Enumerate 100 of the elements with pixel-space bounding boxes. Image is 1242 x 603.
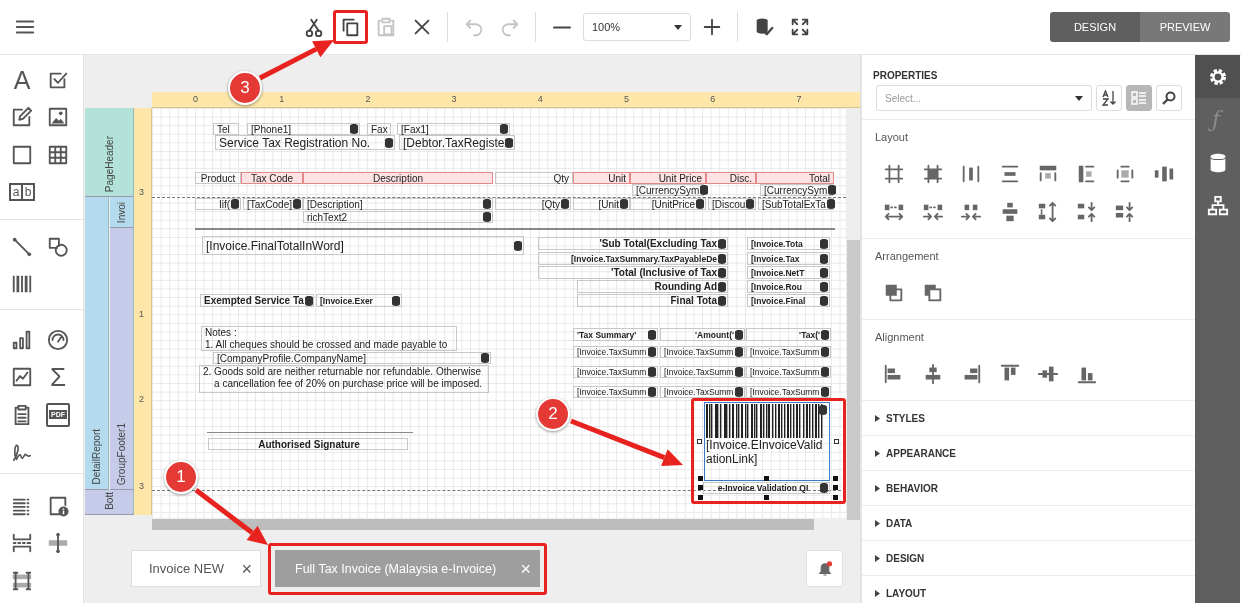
report-control[interactable]: 'Tax Summary' bbox=[573, 328, 658, 341]
scrollbar[interactable] bbox=[152, 519, 814, 530]
barcode-control[interactable]: [Invoice.EInvoiceValidationLink] bbox=[704, 402, 830, 481]
page-info-icon[interactable] bbox=[47, 494, 69, 517]
column-header[interactable]: Description bbox=[303, 172, 493, 184]
control-text: [Discou bbox=[712, 198, 746, 210]
line-icon[interactable] bbox=[11, 235, 33, 258]
control-text: 'Total (Inclusive of Tax bbox=[610, 267, 717, 278]
control-text: Exempted Service Ta bbox=[204, 295, 304, 306]
scrollbar[interactable] bbox=[847, 240, 860, 520]
picture-icon[interactable] bbox=[47, 106, 69, 129]
band-label[interactable]: GroupFooter1 bbox=[110, 228, 134, 490]
report-control[interactable]: [Invoice.TaxSumm bbox=[573, 366, 658, 378]
report-control[interactable]: [Invoice.Final bbox=[747, 294, 830, 307]
report-control[interactable]: 'Sub Total(Excluding Tax bbox=[538, 237, 728, 250]
report-control[interactable]: Fax bbox=[367, 123, 391, 135]
report-control[interactable]: [Discou bbox=[708, 198, 756, 210]
size-to-grid-icon[interactable] bbox=[921, 163, 944, 185]
table-icon[interactable] bbox=[47, 143, 69, 166]
page-break-icon[interactable] bbox=[11, 532, 33, 555]
bar-chart-icon[interactable] bbox=[11, 328, 33, 351]
zoom-field[interactable]: 100% bbox=[583, 13, 691, 41]
category-header[interactable]: APPEARANCE bbox=[862, 436, 1195, 471]
report-control[interactable]: richText2 bbox=[303, 211, 493, 223]
mode-tab[interactable]: PREVIEW bbox=[1140, 12, 1230, 42]
report-control[interactable]: [UnitPrice bbox=[630, 198, 706, 210]
column-header[interactable]: Unit Price bbox=[630, 172, 706, 184]
column-header[interactable]: Total bbox=[756, 172, 834, 184]
column-header[interactable]: Qty bbox=[495, 172, 573, 184]
report-control[interactable]: [Invoice.FinalTotalInWord] bbox=[202, 236, 524, 255]
document-tab[interactable]: Invoice NEW × bbox=[131, 550, 261, 587]
report-control[interactable]: Iif( bbox=[195, 198, 241, 210]
summary-tool-icon[interactable]: Σ bbox=[49, 365, 67, 390]
expand-icon bbox=[875, 449, 880, 457]
mode-tab[interactable]: DESIGN bbox=[1050, 12, 1140, 42]
band-label[interactable]: DetailReport bbox=[85, 197, 109, 490]
report-control[interactable]: [Invoice.NetT bbox=[747, 266, 830, 279]
report-control[interactable]: [Fax1] bbox=[397, 123, 510, 135]
report-control[interactable]: [TaxCode] bbox=[243, 198, 303, 210]
report-control[interactable]: [Invoice.TaxSumm bbox=[573, 346, 658, 358]
category-title: DATA bbox=[886, 517, 913, 529]
shapes-icon[interactable] bbox=[47, 235, 69, 258]
report-control[interactable]: Rounding Ad bbox=[577, 280, 728, 293]
report-control[interactable]: [Unit bbox=[573, 198, 630, 210]
sort-button[interactable] bbox=[1096, 85, 1122, 111]
search-button[interactable] bbox=[1156, 85, 1182, 111]
report-control[interactable]: [Invoice.Tota bbox=[747, 237, 830, 250]
category-header[interactable]: BEHAVIOR bbox=[862, 471, 1195, 506]
report-control[interactable]: 'Amount(' bbox=[660, 328, 745, 341]
report-control[interactable]: [Invoice.TaxSumm bbox=[573, 386, 658, 398]
report-control[interactable]: Final Tota bbox=[577, 294, 728, 307]
gauge-icon[interactable] bbox=[47, 328, 69, 351]
report-control[interactable]: [Phone1] bbox=[247, 123, 360, 135]
report-control[interactable]: [Invoice.TaxSumm bbox=[660, 386, 745, 398]
notification-button[interactable] bbox=[806, 550, 843, 587]
line-chart-icon[interactable] bbox=[11, 366, 33, 389]
category-header[interactable]: STYLES bbox=[862, 401, 1195, 436]
band-label[interactable]: PageHeader bbox=[85, 108, 134, 197]
category-header[interactable]: DATA bbox=[862, 506, 1195, 541]
report-control[interactable]: [SubTotalExTa bbox=[758, 198, 834, 210]
report-control[interactable]: [Qty bbox=[495, 198, 571, 210]
report-control[interactable]: [Invoice.TaxSumm bbox=[660, 366, 745, 378]
text-tool-icon[interactable]: A bbox=[13, 68, 31, 91]
report-control[interactable]: [Invoice.TaxSumm bbox=[660, 346, 745, 358]
cross-band-box-icon[interactable] bbox=[11, 569, 33, 592]
edit-icon[interactable] bbox=[11, 106, 33, 129]
resize-handle[interactable] bbox=[764, 495, 769, 500]
report-control[interactable]: Authorised Signature bbox=[208, 438, 408, 450]
report-control[interactable]: 'Total (Inclusive of Tax bbox=[538, 266, 728, 279]
report-control[interactable]: [Invoice.TaxSummary.TaxPayableDe bbox=[538, 252, 728, 265]
align-to-grid-icon[interactable] bbox=[883, 163, 906, 185]
report-control[interactable]: 2. Goods sold are neither returnable nor refundable. Otherwise a cancellation fee of 20% on purchase price will be imposed. bbox=[199, 365, 489, 393]
report-control[interactable]: [Invoice.Tax bbox=[747, 252, 830, 265]
report-control[interactable]: [Invoice.Exer bbox=[316, 294, 402, 307]
resize-handle[interactable] bbox=[764, 476, 769, 481]
resize-handle[interactable] bbox=[834, 439, 839, 444]
cross-band-icon[interactable] bbox=[47, 532, 69, 555]
column-header[interactable]: Product bbox=[195, 172, 241, 184]
report-control[interactable]: e-Invoice Validation QI bbox=[703, 482, 830, 494]
report-control[interactable]: Tel bbox=[213, 123, 239, 135]
column-header[interactable]: Unit bbox=[573, 172, 630, 184]
column-header[interactable]: Disc. bbox=[706, 172, 756, 184]
report-control[interactable]: [Description] bbox=[303, 198, 493, 210]
square-icon[interactable] bbox=[11, 143, 33, 166]
report-control[interactable]: 'Tax(' bbox=[746, 328, 831, 341]
close-icon[interactable]: × bbox=[241, 559, 252, 578]
report-control[interactable]: [CompanyProfile.CompanyName] bbox=[213, 352, 491, 364]
report-control[interactable]: Exempted Service Ta bbox=[200, 294, 314, 307]
character-comb-icon[interactable]: a b bbox=[9, 183, 35, 202]
report-control[interactable]: [Invoice.TaxSumm bbox=[746, 346, 831, 358]
report-control[interactable]: [Invoice.TaxSumm bbox=[746, 386, 831, 398]
vertical-spacing-decrease-icon[interactable] bbox=[1075, 201, 1098, 223]
category-header[interactable]: DESIGN bbox=[862, 541, 1195, 576]
sidebar-tab[interactable] bbox=[1195, 55, 1240, 98]
report-control[interactable]: [Invoice.TaxSumm bbox=[746, 366, 831, 378]
band-label[interactable]: Invoi bbox=[110, 197, 134, 228]
report-control[interactable]: [Invoice.Rou bbox=[747, 280, 830, 293]
column-header[interactable]: Tax Code bbox=[241, 172, 303, 184]
resize-handle[interactable] bbox=[697, 439, 702, 444]
band-label[interactable]: Bott bbox=[85, 490, 134, 515]
